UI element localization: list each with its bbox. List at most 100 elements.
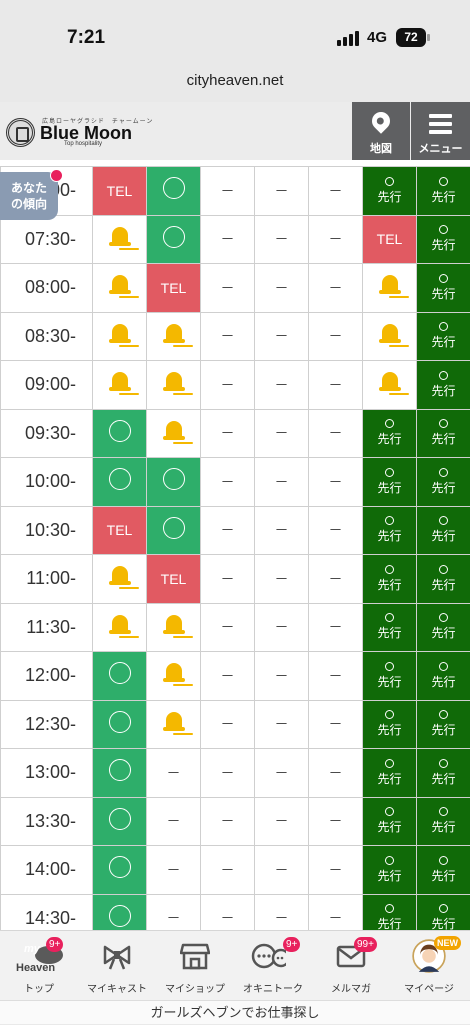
slot-open[interactable] — [147, 506, 201, 555]
slot-tel[interactable]: TEL — [93, 506, 147, 555]
slot-unavailable: － — [201, 458, 255, 507]
slot-notify[interactable] — [147, 361, 201, 410]
slot-advance[interactable]: 先行 — [417, 700, 470, 749]
circle-icon — [439, 759, 448, 768]
url-bar[interactable]: cityheaven.net — [0, 72, 470, 89]
slot-advance[interactable]: 先行 — [363, 846, 417, 895]
slot-notify[interactable] — [147, 409, 201, 458]
nav-okinitalk[interactable]: 9+ オキニトーク — [234, 931, 312, 1001]
shop-logo[interactable]: 広島ローヤグラシド チャームーン Blue Moon Top hospitali… — [6, 116, 136, 152]
circle-icon — [385, 759, 394, 768]
slot-notify[interactable] — [93, 312, 147, 361]
slot-open[interactable] — [147, 167, 201, 216]
slot-notify[interactable] — [363, 264, 417, 313]
circle-icon — [109, 711, 131, 733]
circle-icon — [439, 177, 448, 186]
nav-mypage-label: マイページ — [390, 980, 468, 995]
advance-label: 先行 — [377, 772, 401, 786]
slot-unavailable: － — [255, 749, 309, 798]
circle-icon — [385, 468, 394, 477]
slot-advance[interactable]: 先行 — [417, 603, 470, 652]
slot-open[interactable] — [93, 846, 147, 895]
network-type: 4G — [367, 29, 387, 46]
slot-open[interactable] — [93, 652, 147, 701]
slot-open[interactable] — [93, 700, 147, 749]
slot-notify[interactable] — [93, 215, 147, 264]
slot-notify[interactable] — [93, 264, 147, 313]
slot-advance[interactable]: 先行 — [363, 652, 417, 701]
slot-notify[interactable] — [93, 361, 147, 410]
slot-advance[interactable]: 先行 — [363, 894, 417, 930]
slot-advance[interactable]: 先行 — [363, 167, 417, 216]
slot-advance[interactable]: 先行 — [363, 797, 417, 846]
slot-advance[interactable]: 先行 — [417, 797, 470, 846]
slot-unavailable: － — [255, 797, 309, 846]
time-slot-label: 09:00- — [1, 361, 93, 410]
slot-advance[interactable]: 先行 — [417, 458, 470, 507]
slot-open[interactable] — [93, 894, 147, 930]
nav-top[interactable]: my Heaven 9+ トップ — [0, 931, 78, 1001]
slot-tel[interactable]: TEL — [93, 167, 147, 216]
slot-advance[interactable]: 先行 — [417, 506, 470, 555]
slot-advance[interactable]: 先行 — [417, 846, 470, 895]
slot-advance[interactable]: 先行 — [363, 749, 417, 798]
slot-open[interactable] — [93, 458, 147, 507]
slot-notify[interactable] — [93, 555, 147, 604]
slot-advance[interactable]: 先行 — [417, 361, 470, 410]
nav-mycast[interactable]: マイキャスト — [78, 931, 156, 1001]
slot-advance[interactable]: 先行 — [363, 506, 417, 555]
tendency-button[interactable]: あなた の傾向 — [0, 172, 58, 220]
slot-open[interactable] — [93, 409, 147, 458]
slot-advance[interactable]: 先行 — [417, 749, 470, 798]
slot-tel[interactable]: TEL — [147, 264, 201, 313]
nav-okinitalk-badge: 9+ — [283, 937, 300, 952]
slot-unavailable: － — [255, 506, 309, 555]
slot-notify[interactable] — [147, 700, 201, 749]
slot-advance[interactable]: 先行 — [363, 603, 417, 652]
slot-open[interactable] — [147, 215, 201, 264]
time-slot-label: 08:00- — [1, 264, 93, 313]
slot-advance[interactable]: 先行 — [417, 167, 470, 216]
slot-advance[interactable]: 先行 — [363, 458, 417, 507]
slot-tel[interactable]: TEL — [363, 215, 417, 264]
slot-notify[interactable] — [363, 312, 417, 361]
slot-open[interactable] — [93, 797, 147, 846]
slot-advance[interactable]: 先行 — [363, 409, 417, 458]
footer-link[interactable]: ガールズヘブンでお仕事探し — [0, 1000, 470, 1024]
my-heaven-heaven: Heaven — [16, 962, 55, 974]
slot-notify[interactable] — [147, 603, 201, 652]
slot-notify[interactable] — [93, 603, 147, 652]
slot-unavailable: － — [201, 361, 255, 410]
map-button[interactable]: 地図 — [352, 102, 410, 160]
slot-advance[interactable]: 先行 — [417, 312, 470, 361]
slot-unavailable: － — [255, 361, 309, 410]
slot-advance[interactable]: 先行 — [363, 555, 417, 604]
slot-advance[interactable]: 先行 — [417, 409, 470, 458]
slot-advance[interactable]: 先行 — [417, 215, 470, 264]
advance-label: 先行 — [431, 481, 455, 495]
nav-mypage[interactable]: NEW マイページ — [390, 931, 468, 1001]
time-slot-label: 08:30- — [1, 312, 93, 361]
slot-open[interactable] — [147, 458, 201, 507]
slot-notify[interactable] — [147, 312, 201, 361]
menu-button[interactable]: メニュー — [411, 102, 470, 160]
nav-mailmag[interactable]: 99+ メルマガ — [312, 931, 390, 1001]
advance-label: 先行 — [377, 481, 401, 495]
notification-dot — [50, 169, 63, 182]
slot-tel[interactable]: TEL — [147, 555, 201, 604]
advance-label: 先行 — [377, 675, 401, 689]
nav-myshop[interactable]: マイショップ — [156, 931, 234, 1001]
slot-advance[interactable]: 先行 — [417, 894, 470, 930]
slot-open[interactable] — [93, 749, 147, 798]
advance-label: 先行 — [431, 384, 455, 398]
schedule-row: 09:00-－－－先行 — [1, 361, 470, 410]
slot-unavailable: － — [255, 846, 309, 895]
advance-label: 先行 — [431, 432, 455, 446]
slot-notify[interactable] — [363, 361, 417, 410]
slot-advance[interactable]: 先行 — [417, 555, 470, 604]
slot-advance[interactable]: 先行 — [363, 700, 417, 749]
bell-icon — [108, 321, 132, 347]
slot-notify[interactable] — [147, 652, 201, 701]
slot-advance[interactable]: 先行 — [417, 652, 470, 701]
slot-advance[interactable]: 先行 — [417, 264, 470, 313]
